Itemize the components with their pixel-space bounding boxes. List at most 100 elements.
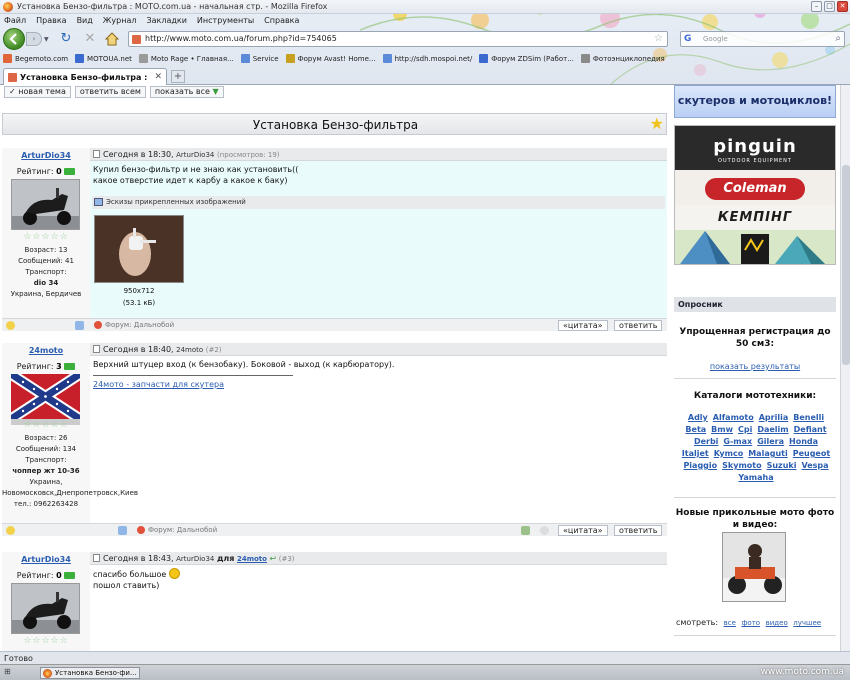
brand-link[interactable]: Kymco — [714, 449, 743, 458]
document-icon — [93, 345, 100, 353]
reply-all-button[interactable]: ответить всем — [74, 86, 146, 98]
user-rating: Рейтинг: 0 — [2, 167, 90, 176]
brand-link[interactable]: Suzuki — [767, 461, 797, 470]
bookmark-item[interactable]: Форум ZDSim (Работ... — [479, 54, 574, 63]
menu-help[interactable]: Справка — [264, 14, 299, 27]
bookmark-item[interactable]: Moto Rage • Главная... — [138, 54, 234, 63]
history-dropdown-icon[interactable]: ▼ — [44, 36, 49, 43]
forward-button[interactable]: › — [26, 32, 42, 46]
avatar[interactable] — [11, 179, 80, 230]
url-bar[interactable]: http://www.moto.com.ua/forum.php?id=7540… — [128, 31, 668, 47]
camping-advertisement[interactable]: pinguin OUTDOOR EQUIPMENT Coleman КЕМПІН… — [674, 125, 836, 265]
minimize-icon[interactable]: – — [811, 1, 822, 12]
menu-edit[interactable]: Правка — [36, 14, 66, 27]
close-tab-icon[interactable]: ✕ — [154, 72, 162, 82]
reply-button[interactable]: ответить — [614, 320, 663, 331]
post-username[interactable]: ArturDio34 — [2, 151, 90, 160]
profile-card-icon[interactable] — [75, 321, 84, 330]
reload-icon[interactable]: ↻ — [58, 31, 74, 47]
rating-arrow-icon[interactable] — [64, 363, 76, 370]
brand-link[interactable]: Malaguti — [748, 449, 788, 458]
menu-bar: Файл Правка Вид Журнал Закладки Инструме… — [0, 14, 299, 27]
watch-all-link[interactable]: все — [724, 619, 736, 627]
avatar[interactable] — [11, 374, 80, 425]
search-icon[interactable]: ⌕ — [835, 33, 841, 44]
reply-target-link[interactable]: 24moto — [237, 555, 267, 563]
brand-link[interactable]: Honda — [789, 437, 818, 446]
brand-link[interactable]: Piaggio — [683, 461, 717, 470]
brand-link[interactable]: Yamaha — [738, 473, 773, 482]
bookmark-item[interactable]: Service — [240, 54, 279, 63]
post-username[interactable]: 24moto — [2, 346, 90, 355]
brand-link[interactable]: Adly — [688, 413, 708, 422]
brand-link[interactable]: Skymoto — [722, 461, 761, 470]
bookmark-star-icon[interactable]: ☆ — [654, 33, 663, 44]
brand-link[interactable]: Italjet — [682, 449, 709, 458]
menu-history[interactable]: Журнал — [103, 14, 137, 27]
menu-view[interactable]: Вид — [77, 14, 93, 27]
menu-bookmarks[interactable]: Закладки — [146, 14, 186, 27]
profile-card-icon[interactable] — [118, 526, 127, 535]
bookmark-item[interactable]: Форум Avast! Home... — [285, 54, 376, 63]
reply-button[interactable]: ответить — [614, 525, 663, 536]
watch-photo-link[interactable]: фото — [741, 619, 760, 627]
signature-link[interactable]: 24мото - запчасти для скутера — [93, 379, 664, 390]
stop-icon[interactable]: ✕ — [82, 31, 98, 47]
brand-link[interactable]: Peugeot — [793, 449, 830, 458]
hide-icon[interactable] — [540, 526, 549, 535]
rating-arrow-icon[interactable] — [64, 572, 76, 579]
brand-link[interactable]: Aprilia — [759, 413, 789, 422]
page-scrollbar[interactable] — [840, 85, 850, 651]
scrollbar-thumb[interactable] — [842, 165, 850, 365]
avatar[interactable] — [11, 583, 80, 634]
brand-link[interactable]: Cpi — [738, 425, 752, 434]
bookmark-item[interactable]: Begemoto.com — [3, 54, 68, 63]
attachment-thumbnail[interactable] — [94, 215, 184, 283]
new-topic-button[interactable]: ✓ новая тема — [4, 86, 71, 98]
quote-button[interactable]: «цитата» — [558, 320, 608, 331]
menu-file[interactable]: Файл — [4, 14, 26, 27]
bookmark-item[interactable]: Фотоэнциклопедия — [580, 54, 665, 63]
brand-link[interactable]: Benelli — [793, 413, 824, 422]
start-menu-icon[interactable]: ⊞ — [4, 667, 32, 679]
brand-link[interactable]: G-max — [723, 437, 752, 446]
post-username[interactable]: ArturDio34 — [2, 555, 90, 564]
maximize-icon[interactable]: □ — [824, 1, 835, 12]
user-transport-label: Транспорт: — [25, 456, 67, 464]
back-button[interactable] — [3, 28, 25, 50]
post-footer: Форум: Дальнобой «цитата» ответить — [2, 318, 667, 331]
user-stars: ☆☆☆☆☆ — [23, 636, 69, 646]
brand-link[interactable]: Beta — [685, 425, 706, 434]
image-icon[interactable] — [521, 526, 530, 535]
brand-link[interactable]: Derbi — [694, 437, 718, 446]
user-stars: ☆☆☆☆☆ — [23, 232, 69, 242]
brand-link[interactable]: Vespa — [801, 461, 828, 470]
quote-button[interactable]: «цитата» — [558, 525, 608, 536]
brand-link[interactable]: Bmw — [711, 425, 733, 434]
menu-tools[interactable]: Инструменты — [197, 14, 254, 27]
favorite-star-icon[interactable]: ★ — [650, 115, 664, 133]
bookmark-item[interactable]: MOTOUA.net — [75, 54, 132, 63]
tab-active[interactable]: Установка Бензо-фильтра : MOTO.c... ✕ — [3, 68, 167, 85]
taskbar-firefox-item[interactable]: Установка Бензо-фи... — [40, 667, 140, 679]
sidebar-banner[interactable]: скутеров и мотоциклов! — [674, 85, 836, 118]
rating-arrow-icon[interactable] — [64, 168, 76, 175]
brand-link[interactable]: Gilera — [757, 437, 784, 446]
new-tab-button[interactable]: + — [171, 70, 185, 83]
brand-link[interactable]: Daelim — [757, 425, 788, 434]
bookmark-item[interactable]: http://sdh.mospoi.net/ — [382, 54, 472, 63]
search-box[interactable]: G Google ⌕ — [680, 31, 845, 47]
poll-results-link[interactable]: показать результаты — [674, 362, 836, 371]
brand-link[interactable]: Alfamoto — [713, 413, 754, 422]
show-all-button[interactable]: показать все ▼ — [149, 86, 224, 98]
media-thumbnail[interactable] — [722, 532, 786, 602]
post-forum: Форум: Дальнобой — [94, 321, 174, 329]
poll-header: Опросник — [674, 297, 836, 312]
watch-best-link[interactable]: лучшее — [793, 619, 821, 627]
brand-link[interactable]: Defiant — [794, 425, 827, 434]
watch-video-link[interactable]: видео — [766, 619, 788, 627]
home-icon[interactable] — [104, 31, 120, 47]
tab-label: Установка Бензо-фильтра : MOTO.c... — [20, 73, 148, 82]
close-window-icon[interactable]: ✕ — [837, 1, 848, 12]
post-header: Сегодня в 18:40, 24moto (#2) — [90, 343, 667, 356]
